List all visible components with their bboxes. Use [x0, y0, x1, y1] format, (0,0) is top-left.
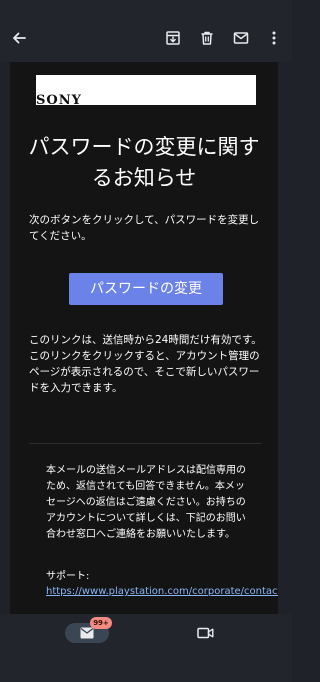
brand-logo: SONY [36, 93, 82, 108]
archive-icon [166, 31, 180, 45]
nav-mail-tab[interactable]: 99+ [65, 617, 112, 643]
more-vert-icon [272, 31, 276, 45]
nav-meet-tab[interactable] [196, 625, 214, 641]
bottom-navigation: 99+ [0, 614, 292, 682]
arrow-back-icon [13, 32, 26, 44]
mark-unread-button[interactable] [230, 27, 252, 49]
email-body: SONY パスワードの変更に関するお知らせ 次のボタンをクリックして、パスワード… [10, 62, 278, 614]
mail-icon [80, 627, 94, 639]
support-link[interactable]: https://www.playstation.com/corporate/co… [46, 584, 278, 600]
archive-button[interactable] [162, 27, 184, 49]
trash-icon [201, 31, 213, 45]
footer-note: 本メールの送信メールアドレスは配信専用のため、返信されても回答できません。本メッ… [46, 465, 246, 540]
video-camera-icon [196, 627, 213, 639]
intro-text: 次のボタンをクリックして、パスワードを変更してください。 [29, 214, 260, 242]
mail-icon [233, 32, 249, 44]
email-headline: パスワードの変更に関するお知らせ [28, 135, 260, 190]
top-app-bar [0, 0, 292, 62]
delete-button[interactable] [196, 27, 218, 49]
unread-count-badge: 99+ [90, 617, 112, 629]
support-label: サポート: [46, 571, 90, 582]
more-options-button[interactable] [263, 27, 285, 49]
change-password-button[interactable]: パスワードの変更 [69, 273, 223, 305]
divider [29, 443, 262, 444]
mail-app: SONY パスワードの変更に関するお知らせ 次のボタンをクリックして、パスワード… [0, 0, 292, 682]
brand-logo-banner: SONY [36, 75, 256, 108]
link-validity-text: このリンクは、送信時から24時間だけ有効です。このリンクをクリックすると、アカウ… [29, 334, 262, 394]
back-button[interactable] [8, 27, 30, 49]
